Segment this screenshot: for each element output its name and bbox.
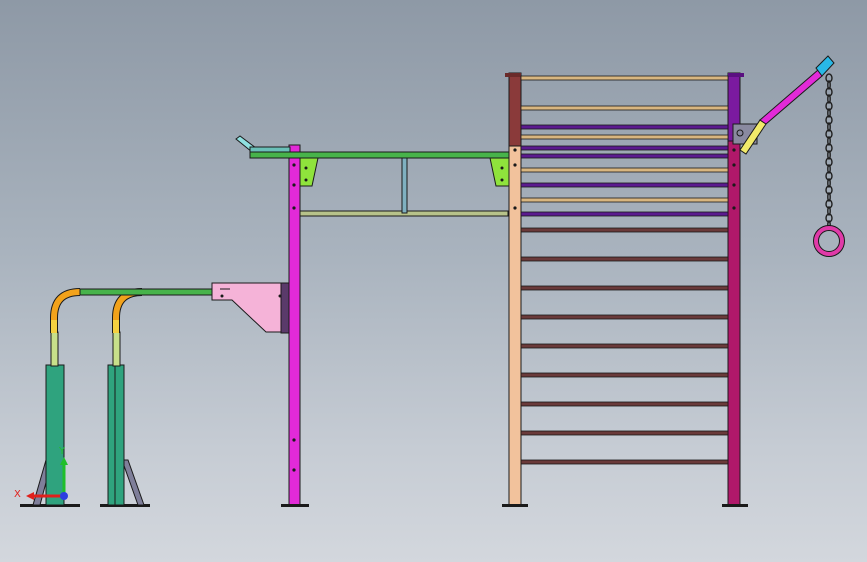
ladder-post-right-lower: [727, 139, 741, 506]
inner-tube-mid: [112, 331, 121, 367]
lime-bracket-left: [299, 157, 319, 187]
pullup-bar-top: [249, 151, 516, 159]
ladder-rung: [520, 124, 729, 130]
ladder-rung: [520, 256, 729, 262]
ladder-rung: [520, 75, 729, 81]
ring-arm-assembly[interactable]: [739, 55, 845, 257]
inner-tube-left: [50, 331, 59, 367]
triad-z-axis: [60, 492, 68, 500]
ladder-post-left-lower: [508, 144, 522, 506]
ladder-rung: [520, 430, 729, 436]
ladder-rung: [520, 134, 729, 140]
base-plate-ladder-left: [502, 504, 528, 507]
ladder-rung: [520, 285, 729, 291]
model-scene: X Y: [14, 55, 845, 507]
steel-bar-vertical: [401, 157, 408, 214]
brace-mid: [121, 459, 145, 506]
ring-chain: [825, 73, 833, 230]
ladder-rung: [520, 314, 729, 320]
ladder-rung: [520, 211, 729, 217]
teal-post-mid: [107, 364, 125, 506]
cad-viewport[interactable]: X Y: [0, 0, 867, 562]
ladder-rung: [520, 153, 729, 159]
triad-y-label: Y: [58, 446, 66, 457]
ladder-rung: [520, 401, 729, 407]
ring-arm-magenta: [759, 69, 823, 125]
triad-x-label: X: [14, 489, 21, 500]
ladder-rung: [520, 343, 729, 349]
ladder-rung: [520, 145, 729, 151]
parallel-bars-assembly[interactable]: [20, 282, 301, 507]
ladder-rung: [520, 372, 729, 378]
ladder-rung: [520, 167, 729, 173]
base-plate-ladder-right: [722, 504, 748, 507]
pink-bracket: [211, 282, 286, 333]
base-plate-magenta: [281, 504, 309, 507]
ladder-rungs: [520, 75, 729, 465]
lime-bracket-right: [489, 157, 510, 187]
ladder-rung: [520, 227, 729, 233]
wall-bars-assembly[interactable]: [502, 72, 758, 507]
teal-post-left: [45, 364, 65, 506]
ladder-post-left-upper: [508, 72, 522, 147]
ladder-rung: [520, 459, 729, 465]
ladder-rung: [520, 105, 729, 111]
magenta-post: [288, 144, 301, 506]
ladder-rung: [520, 197, 729, 203]
ladder-rung: [520, 182, 729, 188]
